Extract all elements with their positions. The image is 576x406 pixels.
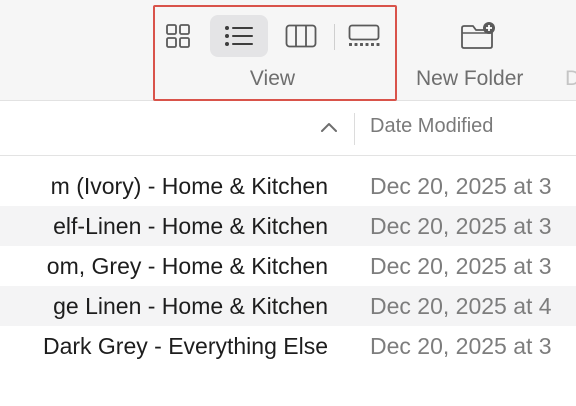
file-date-modified: Dec 20, 2025 at 3 xyxy=(370,173,552,199)
icon-view-button[interactable] xyxy=(149,15,207,57)
file-date-modified: Dec 20, 2025 at 3 xyxy=(370,333,552,359)
table-row[interactable]: ge Linen - Home & Kitchen Dec 20, 2025 a… xyxy=(0,286,576,326)
file-date-modified: Dec 20, 2025 at 3 xyxy=(370,253,552,279)
list-view-icon xyxy=(224,24,254,48)
file-name: elf-Linen - Home & Kitchen xyxy=(53,213,328,239)
new-folder-button[interactable] xyxy=(458,20,498,52)
table-row[interactable]: Dark Grey - Everything Else Dec 20, 2025… xyxy=(0,326,576,366)
table-row[interactable]: elf-Linen - Home & Kitchen Dec 20, 2025 … xyxy=(0,206,576,246)
gallery-view-icon xyxy=(348,24,380,48)
chevron-up-icon[interactable] xyxy=(318,119,340,135)
column-header: Date Modified xyxy=(0,101,576,156)
file-name: m (Ivory) - Home & Kitchen xyxy=(50,173,328,199)
file-name: Dark Grey - Everything Else xyxy=(42,333,328,359)
gallery-view-button[interactable] xyxy=(335,15,393,57)
column-divider[interactable] xyxy=(354,113,355,145)
file-date-modified: Dec 20, 2025 at 3 xyxy=(370,213,552,239)
toolbar: View New Folder D xyxy=(0,0,576,101)
finder-window: View New Folder D Date Modified m (Ivory… xyxy=(0,0,576,406)
table-row[interactable]: m (Ivory) - Home & Kitchen Dec 20, 2025 … xyxy=(0,166,576,206)
date-modified-column-header[interactable]: Date Modified xyxy=(370,115,493,138)
column-view-icon xyxy=(285,24,317,48)
new-folder-label[interactable]: New Folder xyxy=(416,67,523,91)
list-view-button[interactable] xyxy=(210,15,268,57)
file-date-modified: Dec 20, 2025 at 4 xyxy=(370,293,552,319)
table-row[interactable]: om, Grey - Home & Kitchen Dec 20, 2025 a… xyxy=(0,246,576,286)
view-label: View xyxy=(249,67,296,90)
clipped-toolbar-label[interactable]: D xyxy=(565,67,576,91)
folder-plus-icon xyxy=(458,22,498,56)
file-list: m (Ivory) - Home & Kitchen Dec 20, 2025 … xyxy=(0,166,576,366)
column-view-button[interactable] xyxy=(272,15,330,57)
file-name: ge Linen - Home & Kitchen xyxy=(53,293,328,319)
icon-view-grid-icon xyxy=(165,23,191,49)
file-name: om, Grey - Home & Kitchen xyxy=(46,253,328,279)
